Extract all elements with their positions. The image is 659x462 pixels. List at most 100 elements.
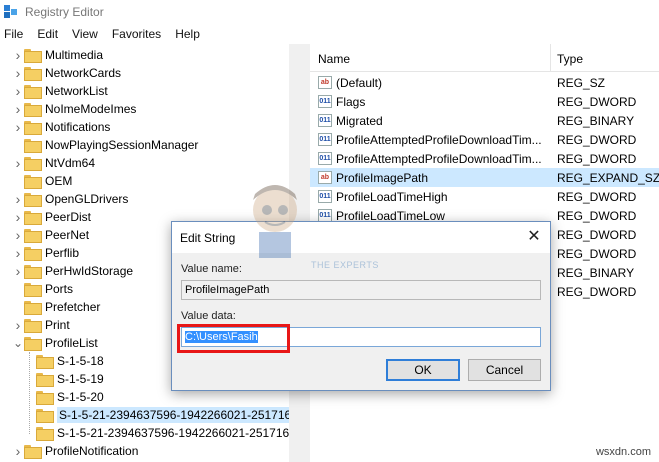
folder-icon (24, 193, 42, 207)
tree-item-label: Multimedia (45, 48, 104, 62)
folder-icon (24, 337, 42, 351)
folder-icon (24, 49, 42, 63)
tree-item-label: NoImeModeImes (45, 102, 137, 116)
menu-help[interactable]: Help (175, 27, 200, 41)
binary-value-icon: 011 (318, 133, 332, 146)
value-name-field: ProfileImagePath (181, 280, 541, 300)
value-name: ProfileAttemptedProfileDownloadTim... (336, 151, 542, 166)
string-value-icon: ab (318, 171, 332, 184)
tree-item[interactable]: › OpenGLDrivers (12, 190, 128, 208)
value-row[interactable]: 011 ProfileAttemptedProfileDownloadTim...… (310, 149, 659, 168)
tree-item-label: S-1-5-18 (57, 354, 104, 368)
value-name-text: ProfileImagePath (185, 284, 270, 296)
tree-item[interactable]: › NoImeModeImes (12, 100, 136, 118)
column-header-type[interactable]: Type (557, 52, 583, 66)
tree-item-label: S-1-5-20 (57, 390, 104, 404)
tree-item[interactable]: NowPlayingSessionManager (12, 136, 198, 154)
folder-icon (36, 391, 54, 405)
column-divider[interactable] (550, 44, 551, 72)
chevron-right-icon[interactable]: › (12, 190, 24, 208)
chevron-right-icon[interactable]: › (12, 208, 24, 226)
chevron-right-icon[interactable]: › (12, 82, 24, 100)
menu-edit[interactable]: Edit (37, 27, 58, 41)
folder-icon (24, 157, 42, 171)
binary-value-icon: 011 (318, 190, 332, 203)
tree-connector-line (29, 352, 30, 434)
value-row[interactable]: ab (Default) REG_SZ (310, 73, 659, 92)
tree-item[interactable]: › NtVdm64 (12, 154, 95, 172)
tree-item[interactable]: S-1-5-20 (36, 388, 104, 406)
tree-item[interactable]: › NetworkList (12, 82, 108, 100)
column-header-name[interactable]: Name (318, 52, 350, 66)
value-name: ProfileImagePath (336, 170, 429, 185)
value-type: REG_SZ (557, 75, 606, 90)
cancel-button[interactable]: Cancel (468, 359, 541, 381)
folder-icon (24, 319, 42, 333)
folder-icon (24, 265, 42, 279)
tree-item-label: PeerNet (45, 228, 90, 242)
tree-item[interactable]: ⌄ ProfileList (12, 334, 98, 352)
value-row[interactable]: 011 ProfileAttemptedProfileDownloadTim...… (310, 130, 659, 149)
chevron-right-icon[interactable]: › (12, 64, 24, 82)
registry-editor-icon (4, 5, 18, 19)
chevron-right-icon[interactable]: › (12, 244, 24, 262)
tree-item[interactable]: Ports (12, 280, 73, 298)
chevron-right-icon[interactable]: › (12, 442, 24, 460)
chevron-right-icon[interactable]: › (12, 118, 24, 136)
tree-item[interactable]: › NetworkCards (12, 64, 121, 82)
tree-item[interactable]: › ProfileNotification (12, 442, 138, 460)
site-watermark: wsxdn.com (595, 446, 651, 458)
tree-item-label: Prefetcher (45, 300, 101, 314)
tree-item-label: S-1-5-21-2394637596-1942266021-2517166 (57, 407, 300, 423)
ok-button[interactable]: OK (386, 359, 460, 381)
value-row[interactable]: 011 ProfileLoadTimeHigh REG_DWORD (310, 187, 659, 206)
tree-item[interactable]: › PerHwIdStorage (12, 262, 133, 280)
tree-item[interactable]: › PeerNet (12, 226, 89, 244)
chevron-right-icon[interactable]: › (12, 100, 24, 118)
chevron-right-icon[interactable]: › (12, 262, 24, 280)
folder-icon (24, 67, 42, 81)
tree-item[interactable]: › Print (12, 316, 70, 334)
value-data-label: Value data: (181, 310, 236, 322)
menu-bar: File Edit View Favorites Help (0, 24, 659, 44)
menu-favorites[interactable]: Favorites (112, 27, 161, 41)
chevron-right-icon[interactable]: › (12, 226, 24, 244)
chevron-right-icon[interactable]: › (12, 154, 24, 172)
tree-item[interactable]: Prefetcher (12, 298, 100, 316)
menu-view[interactable]: View (72, 27, 98, 41)
value-row[interactable]: ab ProfileImagePath REG_EXPAND_SZ (310, 168, 659, 187)
list-header: Name Type (310, 44, 659, 72)
tree-item[interactable]: › Perflib (12, 244, 79, 262)
value-name-label: Value name: (181, 263, 242, 275)
chevron-down-icon[interactable]: ⌄ (12, 334, 24, 352)
value-name: ProfileLoadTimeHigh (336, 189, 448, 204)
tree-item[interactable]: S-1-5-21-2394637596-1942266021-2517166 (36, 424, 296, 442)
tree-item[interactable]: › PeerDist (12, 208, 91, 226)
folder-icon (24, 283, 42, 297)
tree-item[interactable]: S-1-5-21-2394637596-1942266021-2517166 (36, 406, 300, 424)
folder-icon (24, 139, 42, 153)
chevron-right-icon[interactable]: › (12, 316, 24, 334)
folder-icon (24, 301, 42, 315)
chevron-right-icon[interactable]: › (12, 46, 24, 64)
value-row[interactable]: 011 Migrated REG_BINARY (310, 111, 659, 130)
folder-icon (24, 229, 42, 243)
tree-item[interactable]: S-1-5-19 (36, 370, 104, 388)
menu-file[interactable]: File (4, 27, 23, 41)
tree-item[interactable]: › Notifications (12, 118, 110, 136)
value-type: REG_DWORD (557, 189, 637, 204)
tree-item[interactable]: S-1-5-18 (36, 352, 104, 370)
tree-item[interactable]: › Multimedia (12, 46, 103, 64)
folder-icon (36, 355, 54, 369)
tree-item-label: ProfileList (45, 336, 98, 350)
value-type: REG_DWORD (557, 246, 637, 261)
tree-item-label: S-1-5-19 (57, 372, 104, 386)
close-icon[interactable]: ✕ (518, 222, 550, 252)
binary-value-icon: 011 (318, 152, 332, 165)
tree-item-label: ProfileNotification (45, 444, 139, 458)
value-row[interactable]: 011 Flags REG_DWORD (310, 92, 659, 111)
tree-item[interactable]: OEM (12, 172, 72, 190)
